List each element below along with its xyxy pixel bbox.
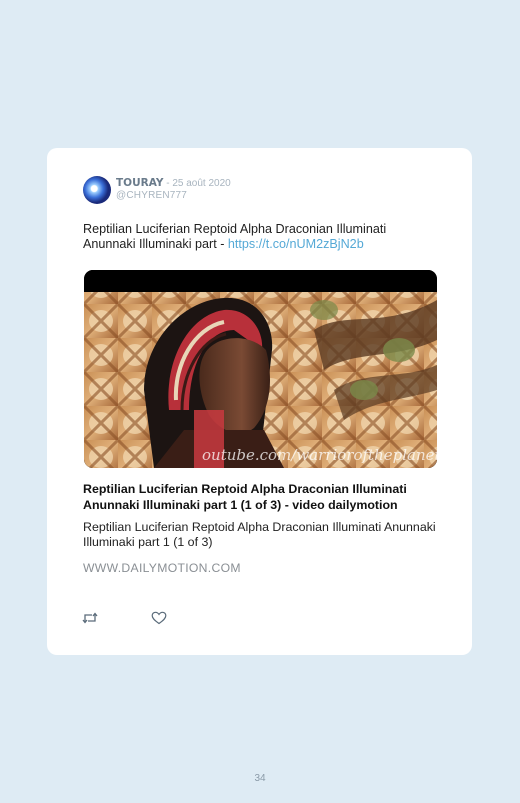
avatar[interactable]: [83, 176, 111, 204]
link-card-domain[interactable]: WWW.DAILYMOTION.COM: [83, 561, 241, 575]
link-card-description: Reptilian Luciferian Reptoid Alpha Draco…: [83, 520, 436, 549]
link-card-title[interactable]: Reptilian Luciferian Reptoid Alpha Draco…: [83, 481, 443, 513]
video-watermark: outube.com/warrioroftheplanet: [202, 446, 437, 464]
retweet-button[interactable]: [82, 611, 98, 625]
author-name[interactable]: TOURAY: [116, 177, 163, 189]
author-handle[interactable]: @CHYREN777: [116, 190, 187, 201]
video-thumbnail[interactable]: outube.com/warrioroftheplanet: [84, 270, 437, 468]
tweet-card: TOURAY - 25 août 2020 @CHYREN777 Reptili…: [47, 148, 472, 655]
like-button[interactable]: [151, 611, 167, 625]
tweet-text: Reptilian Luciferian Reptoid Alpha Draco…: [83, 222, 423, 252]
tweet-link[interactable]: https://t.co/nUM2zBjN2b: [228, 237, 364, 251]
page-number: 34: [254, 773, 266, 784]
author-line: TOURAY - 25 août 2020: [116, 177, 231, 190]
tweet-date[interactable]: - 25 août 2020: [163, 178, 231, 189]
retweet-icon: [82, 612, 98, 624]
thumbnail-image: outube.com/warrioroftheplanet: [84, 270, 437, 468]
heart-icon: [151, 611, 167, 625]
